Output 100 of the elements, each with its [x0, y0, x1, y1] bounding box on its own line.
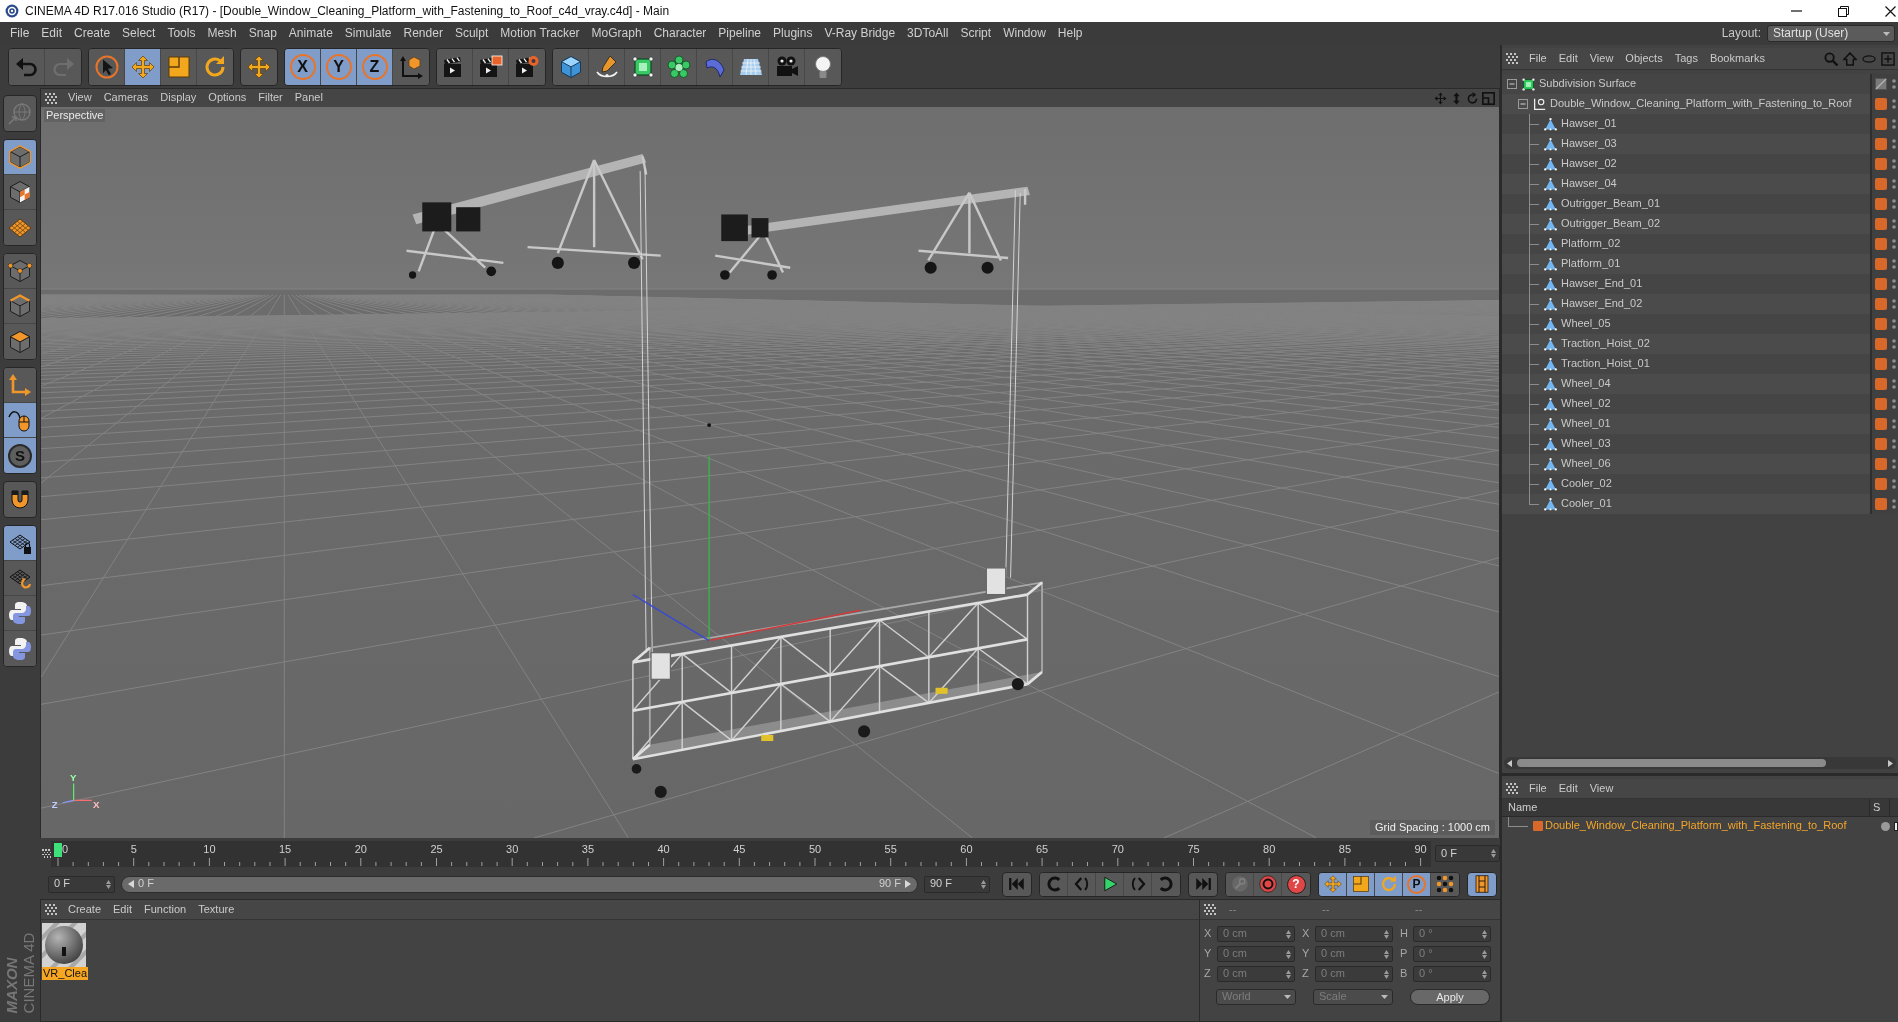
object-name[interactable]: Hawser_End_01: [1561, 277, 1643, 291]
solo-dot-icon[interactable]: [1881, 821, 1890, 831]
menu-item[interactable]: Bookmarks: [1703, 51, 1771, 66]
start-frame-field[interactable]: 0 F: [48, 875, 115, 893]
layer-swatch-icon[interactable]: [1875, 218, 1887, 230]
layer-swatch-icon[interactable]: [1875, 258, 1887, 270]
render-view-button[interactable]: [437, 48, 473, 85]
horizontal-scrollbar[interactable]: [1504, 757, 1896, 769]
rotation-key-button[interactable]: [1375, 872, 1403, 896]
playhead-marker[interactable]: [54, 842, 62, 857]
spinner-icon[interactable]: [1384, 949, 1389, 959]
grip-icon[interactable]: [1506, 783, 1518, 794]
scroll-right-icon[interactable]: [1888, 759, 1893, 767]
visibility-box-icon[interactable]: [1894, 821, 1898, 831]
scrollbar-thumb[interactable]: [1517, 759, 1826, 767]
object-name[interactable]: Hawser_02: [1561, 157, 1617, 171]
layer-swatch-icon[interactable]: [1875, 158, 1887, 170]
close-icon[interactable]: [1885, 5, 1896, 17]
object-name[interactable]: Wheel_03: [1561, 437, 1611, 451]
menu-item[interactable]: Character: [647, 26, 713, 41]
sphere-thumbnail[interactable]: [42, 923, 86, 967]
layer-swatch-icon[interactable]: [1875, 238, 1887, 250]
object-name[interactable]: Wheel_02: [1561, 397, 1611, 411]
collapse-icon[interactable]: [1507, 79, 1517, 89]
layer-none-icon[interactable]: [1875, 78, 1887, 90]
menu-item[interactable]: Function: [138, 902, 193, 917]
search-icon[interactable]: [1824, 51, 1838, 66]
move-tool-button[interactable]: [125, 48, 161, 85]
menu-item[interactable]: Select: [116, 26, 162, 41]
menu-item[interactable]: Plugins: [767, 26, 819, 41]
object-name[interactable]: Double_Window_Cleaning_Platform_with_Fastening_to_Roof: [1550, 97, 1852, 111]
visibility-dots-icon[interactable]: [1892, 158, 1896, 170]
visibility-dots-icon[interactable]: [1892, 458, 1896, 470]
visibility-dots-icon[interactable]: [1892, 378, 1896, 390]
frame-range-bar[interactable]: 0 F 90 F: [121, 875, 918, 893]
visibility-dots-icon[interactable]: [1892, 418, 1896, 430]
layer-swatch-icon[interactable]: [1875, 398, 1887, 410]
menu-item[interactable]: View: [1583, 51, 1620, 66]
spinner-icon[interactable]: [106, 879, 111, 889]
menu-item[interactable]: Filter: [252, 91, 289, 105]
points-mode-button[interactable]: [4, 254, 36, 289]
menu-item[interactable]: Texture: [192, 902, 241, 917]
object-name[interactable]: Hawser_01: [1561, 117, 1617, 131]
menu-item[interactable]: V-Ray Bridge: [818, 26, 902, 41]
layer-swatch-icon[interactable]: [1875, 358, 1887, 370]
menu-item[interactable]: Tools: [161, 26, 202, 41]
layer-swatch-icon[interactable]: [1875, 338, 1887, 350]
view-panels-icon[interactable]: [1482, 91, 1495, 105]
visibility-dots-icon[interactable]: [1892, 118, 1896, 130]
object-row[interactable]: Outrigger_Beam_02: [1502, 214, 1898, 234]
layer-swatch-icon[interactable]: [1875, 298, 1887, 310]
spinner-icon[interactable]: [1286, 969, 1291, 979]
object-name[interactable]: Cooler_01: [1561, 497, 1612, 511]
menu-item[interactable]: Help: [1051, 26, 1089, 41]
spinner-icon[interactable]: [1482, 929, 1487, 939]
menu-item[interactable]: View: [62, 91, 98, 105]
spinner-icon[interactable]: [1384, 929, 1389, 939]
object-row[interactable]: Hawser_03: [1502, 134, 1898, 154]
grip-icon[interactable]: [1204, 904, 1216, 915]
object-name[interactable]: Wheel_06: [1561, 457, 1611, 471]
spinner-icon[interactable]: [1482, 949, 1487, 959]
menu-item[interactable]: Motion Tracker: [494, 26, 586, 41]
house-arrow-icon[interactable]: [1843, 51, 1857, 66]
visibility-dots-icon[interactable]: [1892, 398, 1896, 410]
object-name[interactable]: Cooler_02: [1561, 477, 1612, 491]
layer-swatch-icon[interactable]: [1875, 378, 1887, 390]
object-name[interactable]: Hawser_03: [1561, 137, 1617, 151]
object-name[interactable]: Platform_02: [1561, 237, 1621, 251]
visibility-dots-icon[interactable]: [1892, 238, 1896, 250]
menu-item[interactable]: Script: [954, 26, 998, 41]
previous-key-button[interactable]: [1040, 872, 1068, 896]
visibility-dots-icon[interactable]: [1892, 178, 1896, 190]
layer-swatch-icon[interactable]: [1875, 438, 1887, 450]
visibility-dots-icon[interactable]: [1892, 478, 1896, 490]
menu-item[interactable]: Mesh: [201, 26, 243, 41]
scale-key-button[interactable]: [1347, 872, 1375, 896]
object-row[interactable]: Double_Window_Cleaning_Platform_with_Fastening_to_Roof: [1502, 94, 1898, 114]
visibility-dots-icon[interactable]: [1892, 198, 1896, 210]
grip-icon[interactable]: [45, 904, 57, 915]
layer-swatch-icon[interactable]: [1875, 478, 1887, 490]
menu-item[interactable]: Snap: [242, 26, 283, 41]
visibility-dots-icon[interactable]: [1892, 338, 1896, 350]
collapse-icon[interactable]: [1518, 99, 1528, 109]
spinner-icon[interactable]: [1286, 929, 1291, 939]
menu-item[interactable]: Simulate: [338, 26, 398, 41]
visibility-dots-icon[interactable]: [1892, 218, 1896, 230]
object-name[interactable]: Wheel_04: [1561, 377, 1611, 391]
layer-swatch-icon[interactable]: [1875, 118, 1887, 130]
go-to-end-button[interactable]: [1188, 871, 1218, 897]
object-row[interactable]: Traction_Hoist_02: [1502, 334, 1898, 354]
menu-item[interactable]: Options: [202, 91, 253, 105]
layer-swatch-icon[interactable]: [1875, 98, 1887, 110]
visibility-dots-icon[interactable]: [1892, 298, 1896, 310]
visibility-dots-icon[interactable]: [1892, 138, 1896, 150]
menu-item[interactable]: File: [4, 26, 36, 41]
plus-square-icon[interactable]: [1881, 51, 1895, 66]
layer-swatch-icon[interactable]: [1875, 138, 1887, 150]
menu-item[interactable]: Window: [997, 26, 1052, 41]
object-row[interactable]: Wheel_04: [1502, 374, 1898, 394]
column-header[interactable]: S: [1870, 799, 1890, 816]
